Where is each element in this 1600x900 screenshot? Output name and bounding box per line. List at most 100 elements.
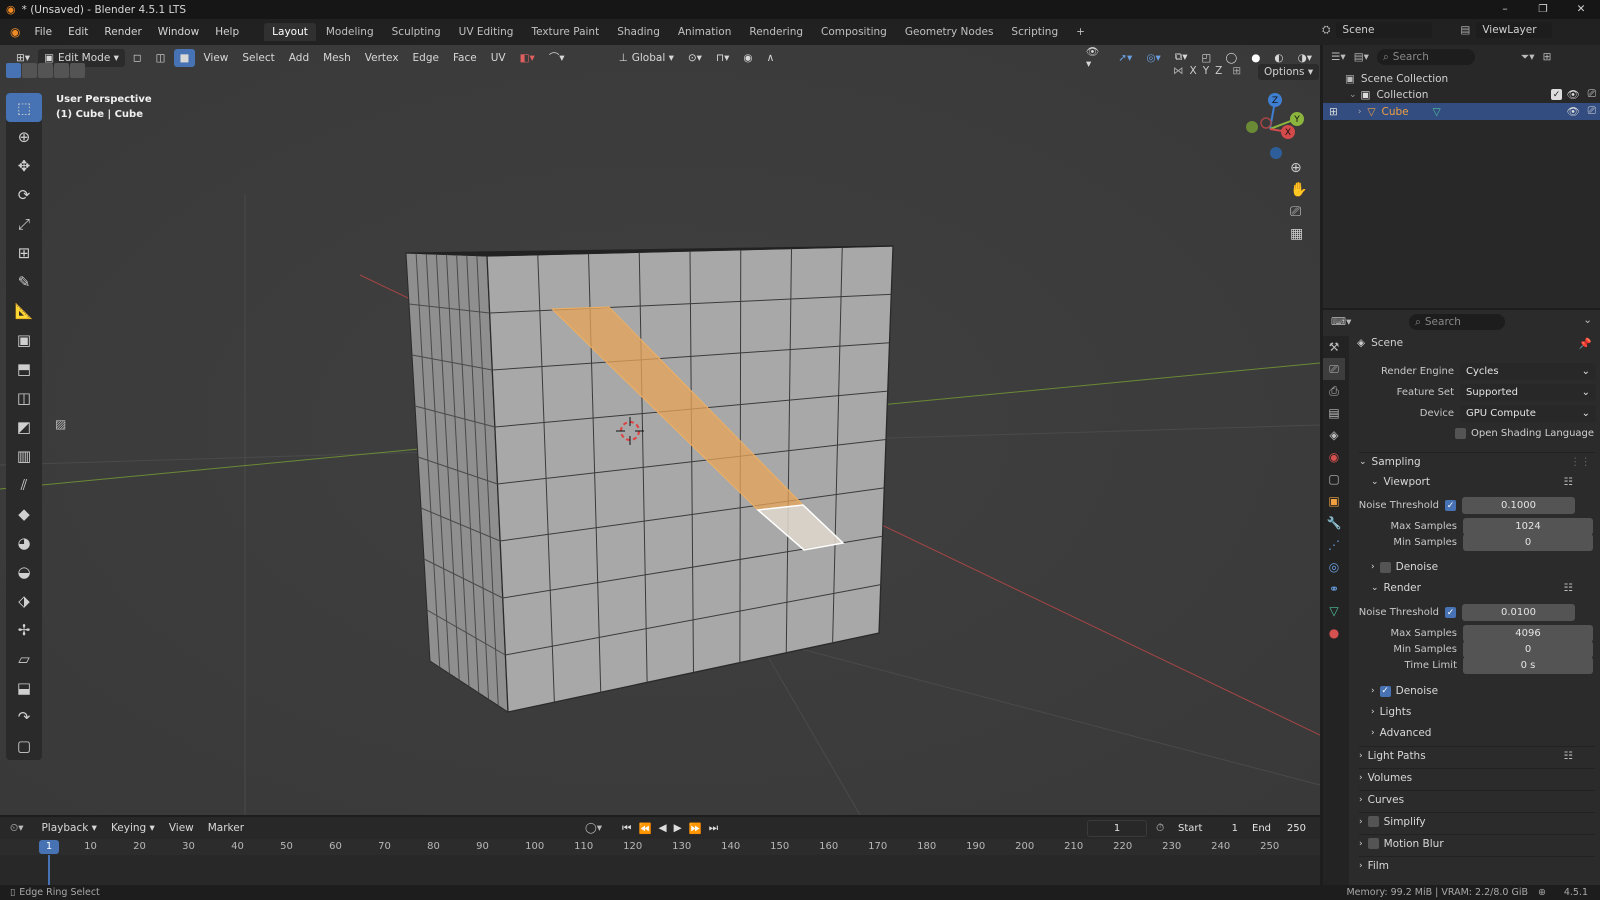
- menu-keying[interactable]: Keying ▾: [105, 819, 161, 837]
- sampling-panel-header[interactable]: ⌄ Sampling ⋮⋮: [1359, 452, 1595, 470]
- proportional-edit-icon[interactable]: ◉: [737, 49, 758, 67]
- volumes-panel[interactable]: › Volumes: [1359, 768, 1595, 786]
- vp-noise-threshold-checkbox[interactable]: ✓: [1445, 500, 1456, 511]
- tab-texture-paint[interactable]: Texture Paint: [523, 23, 607, 41]
- auto-keying-icon[interactable]: ◯▾: [585, 822, 602, 834]
- edit-mode-toggle-icon[interactable]: ⊞: [1329, 106, 1338, 118]
- current-frame-field[interactable]: 1: [1087, 819, 1147, 837]
- tab-layout[interactable]: Layout: [264, 23, 316, 41]
- minimize-button[interactable]: –: [1486, 0, 1524, 19]
- pin-icon[interactable]: 📌: [1579, 337, 1592, 350]
- film-panel[interactable]: › Film: [1359, 856, 1595, 874]
- menu-file[interactable]: File: [26, 26, 60, 38]
- tool-tab-icon[interactable]: ⚒: [1323, 336, 1345, 358]
- menu-playback[interactable]: Playback ▾: [35, 819, 102, 837]
- timeline-editor-icon[interactable]: ⏲▾: [10, 822, 23, 835]
- jump-start-icon[interactable]: ⏮: [622, 822, 631, 835]
- gizmo-toggle-icon[interactable]: ➚▾: [1112, 49, 1138, 67]
- menu-mesh[interactable]: Mesh: [317, 49, 357, 67]
- end-frame-field[interactable]: End 250: [1246, 819, 1312, 837]
- snap-icon[interactable]: ⊓▾: [710, 49, 735, 67]
- outliner-search[interactable]: ⌕ Search: [1376, 49, 1475, 65]
- cube-visibility-eye-icon[interactable]: 👁: [1567, 105, 1580, 118]
- add-cube-tool-icon[interactable]: ▣: [6, 325, 42, 354]
- menu-render[interactable]: Render: [96, 26, 149, 38]
- mirror-icon[interactable]: ⋈: [1173, 65, 1184, 77]
- shrink-fatten-tool-icon[interactable]: ✢: [6, 615, 42, 644]
- vp-max-samples-field[interactable]: 1024: [1463, 518, 1593, 535]
- pan-hand-icon[interactable]: ✋: [1290, 182, 1307, 198]
- scale-tool-icon[interactable]: ⤢: [6, 209, 42, 238]
- r-noise-threshold-field[interactable]: 0.0100: [1462, 604, 1575, 621]
- next-keyframe-icon[interactable]: ⏩: [689, 822, 702, 835]
- edge-slide-tool-icon[interactable]: ⬗: [6, 586, 42, 615]
- maximize-button[interactable]: ❐: [1524, 0, 1562, 19]
- sidebar-toggle-icon[interactable]: ▨: [55, 417, 66, 431]
- tab-geometry-nodes[interactable]: Geometry Nodes: [897, 23, 1002, 41]
- curve-tool-icon[interactable]: ↷: [6, 702, 42, 731]
- visibility-eye-icon[interactable]: 👁: [1567, 88, 1580, 101]
- invert-selection-icon[interactable]: [54, 63, 69, 78]
- simplify-checkbox[interactable]: [1367, 816, 1379, 827]
- move-tool-icon[interactable]: ✥: [6, 151, 42, 180]
- intersect-selection-icon[interactable]: [70, 63, 85, 78]
- viewlayer-selector[interactable]: ViewLayer: [1476, 22, 1553, 38]
- uv-sync-icon[interactable]: ◧▾: [514, 49, 541, 67]
- device-dropdown[interactable]: GPU Compute ⌄: [1460, 405, 1596, 422]
- bevel-tool-icon[interactable]: ◩: [6, 412, 42, 441]
- properties-editor-icon[interactable]: ⌨▾: [1331, 316, 1351, 328]
- 3d-viewport[interactable]: ⊞▾ ▣ Edit Mode ▾ ◻ ◫ ■ View Select Add Me…: [0, 45, 1320, 815]
- cube-row[interactable]: ⊞ › ▽ Cube ▽ 👁 ⎚: [1323, 103, 1600, 120]
- r-denoise-checkbox[interactable]: ✓: [1379, 685, 1391, 697]
- box-tool-icon[interactable]: ▢: [6, 731, 42, 760]
- loop-cut-tool-icon[interactable]: ▥: [6, 441, 42, 470]
- overlay-toggle-icon[interactable]: ◎▾: [1140, 49, 1166, 67]
- knife-tool-icon[interactable]: ⫽: [6, 470, 42, 499]
- orientation-selector[interactable]: ⊥ Global ▾: [613, 49, 680, 67]
- wireframe-shading-icon[interactable]: ◯: [1219, 49, 1243, 67]
- r-min-samples-field[interactable]: 0: [1463, 641, 1593, 658]
- menu-view[interactable]: View: [197, 49, 234, 67]
- extrude-tool-icon[interactable]: ⬒: [6, 354, 42, 383]
- menu-add[interactable]: Add: [283, 49, 315, 67]
- render-camera-icon[interactable]: ⎚: [1588, 88, 1596, 101]
- pivot-icon[interactable]: ⊙▾: [682, 49, 708, 67]
- jump-end-icon[interactable]: ⏭: [709, 822, 718, 835]
- camera-view-icon[interactable]: ⎚: [1290, 204, 1307, 220]
- smooth-tool-icon[interactable]: ◒: [6, 557, 42, 586]
- r-max-samples-field[interactable]: 4096: [1463, 625, 1593, 642]
- vp-denoise-checkbox[interactable]: [1379, 561, 1391, 573]
- tab-uv-editing[interactable]: UV Editing: [451, 23, 522, 41]
- menu-edit[interactable]: Edit: [60, 26, 96, 38]
- scene-collection-label[interactable]: Scene Collection: [1361, 73, 1448, 85]
- light-paths-panel[interactable]: › Light Paths ☷: [1359, 746, 1595, 764]
- r-denoise-subpanel[interactable]: › ✓ Denoise: [1371, 682, 1438, 700]
- vp-denoise-subpanel[interactable]: › Denoise: [1371, 558, 1438, 576]
- menu-window[interactable]: Window: [150, 26, 207, 38]
- menu-vertex[interactable]: Vertex: [359, 49, 405, 67]
- new-selection-icon[interactable]: [6, 63, 21, 78]
- perspective-toggle-icon[interactable]: ▦: [1290, 226, 1307, 242]
- collection-label[interactable]: Collection: [1376, 89, 1428, 101]
- tab-sculpting[interactable]: Sculpting: [384, 23, 449, 41]
- blender-menu-icon[interactable]: ◉: [10, 25, 20, 39]
- cube-label[interactable]: Cube: [1382, 106, 1409, 118]
- snap-options-icon[interactable]: ⌒▾: [543, 49, 571, 67]
- render-tab-icon[interactable]: ⎚: [1323, 358, 1345, 380]
- display-mode-icon[interactable]: ▤▾: [1354, 51, 1369, 63]
- visibility-icon[interactable]: 👁▾: [1080, 46, 1110, 70]
- properties-search[interactable]: ⌕ Search: [1409, 314, 1505, 330]
- menu-face[interactable]: Face: [447, 49, 483, 67]
- tab-shading[interactable]: Shading: [609, 23, 668, 41]
- stopwatch-icon[interactable]: ⏱: [1156, 822, 1164, 835]
- rip-tool-icon[interactable]: ⬓: [6, 673, 42, 702]
- tab-modeling[interactable]: Modeling: [318, 23, 382, 41]
- rotate-tool-icon[interactable]: ⟳: [6, 180, 42, 209]
- curves-panel[interactable]: › Curves: [1359, 790, 1595, 808]
- zoom-icon[interactable]: ⊕: [1290, 160, 1307, 176]
- collection-tab-icon[interactable]: ▢: [1323, 468, 1345, 490]
- menu-marker[interactable]: Marker: [202, 819, 250, 837]
- osl-checkbox[interactable]: [1455, 428, 1466, 439]
- scene-tab-icon[interactable]: ◈: [1323, 424, 1345, 446]
- xray-mesh-icon[interactable]: ⧉▾: [1169, 49, 1194, 67]
